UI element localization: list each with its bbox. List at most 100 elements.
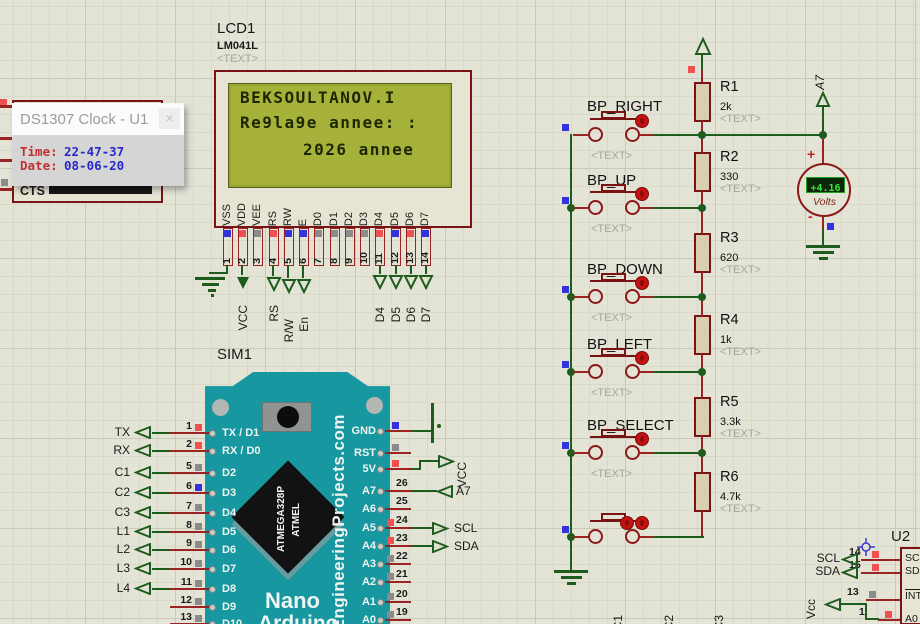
- resistor-r3[interactable]: [694, 233, 711, 273]
- junction-dot: [698, 293, 706, 301]
- button-actuator[interactable]: [635, 187, 649, 201]
- button-contact: [625, 289, 640, 304]
- wire: [272, 265, 274, 276]
- resistor-r1[interactable]: [694, 82, 711, 122]
- lcd-line-2: Re9la9e annee: :: [240, 113, 419, 132]
- button-actuator[interactable]: [635, 276, 649, 290]
- pin-state-square: [387, 519, 394, 526]
- pin-state-square: [869, 591, 876, 598]
- ground-symbol: [431, 403, 434, 443]
- resistor-ref: R5: [720, 394, 739, 410]
- u2-inner-label: A0: [905, 613, 918, 624]
- pin-label: GND: [351, 425, 376, 437]
- button-actuator[interactable]: [635, 114, 649, 128]
- pin-stub: [385, 468, 411, 470]
- wire: [152, 531, 170, 533]
- pin-number: 25: [396, 495, 408, 507]
- pin-stub: [385, 490, 411, 492]
- resistor-r4[interactable]: [694, 315, 711, 355]
- button-actuator[interactable]: [635, 516, 649, 530]
- resistor-ref: R4: [720, 312, 739, 328]
- pin-stub: [385, 581, 411, 583]
- pin-stub: [0, 105, 12, 108]
- resistor-value: 620: [720, 252, 739, 264]
- popup-title-bar[interactable]: DS1307 Clock - U1 ×: [12, 103, 184, 135]
- button-actuator[interactable]: [635, 351, 649, 365]
- button-actuator[interactable]: [620, 516, 634, 530]
- pin-stub: [170, 492, 210, 494]
- pin-state-square: [239, 230, 246, 237]
- lcd-pin-number: 4: [267, 258, 279, 264]
- pin-stub: [385, 527, 411, 529]
- clock-popup-window[interactable]: DS1307 Clock - U1 × Time: 22-47-37 Date:…: [12, 103, 184, 186]
- u2-ref: U2: [891, 528, 911, 545]
- net-label-vcc: VCC: [236, 304, 250, 330]
- button-bp-left[interactable]: [588, 348, 640, 380]
- pin-label: A6: [361, 503, 376, 515]
- pin-label: A2: [361, 576, 376, 588]
- pin-state-square: [562, 526, 569, 533]
- pin-label: D5: [222, 526, 237, 538]
- u2-inner-label: SDA: [905, 565, 920, 577]
- pin-stub: [0, 137, 12, 140]
- wire: [840, 603, 867, 605]
- button-bp-up[interactable]: [588, 184, 640, 216]
- pin-pad: [377, 561, 384, 568]
- button-contact: [625, 445, 640, 460]
- pin-number: 23: [396, 532, 408, 544]
- pin-state-square: [392, 422, 399, 429]
- net-label: TX: [114, 425, 130, 439]
- pin-state-square: [346, 230, 353, 237]
- pin-state-square: [387, 611, 394, 618]
- popup-title: DS1307 Clock - U1: [20, 111, 149, 128]
- pin-state-square: [872, 564, 879, 571]
- pin-stub: [385, 563, 411, 565]
- pin-pad: [209, 470, 216, 477]
- resistor-ref: R2: [720, 149, 739, 165]
- terminal-arrow-icon: [841, 566, 858, 579]
- pin-stub: [0, 188, 12, 191]
- pin-label: TX / D1: [222, 427, 260, 439]
- pin-number: 1: [859, 606, 865, 618]
- lcd-screen: BEKSOULTANOV.I Re9la9e annee: : 2026 ann…: [228, 83, 452, 188]
- ground-symbol: [208, 289, 216, 292]
- pin-pad: [209, 566, 216, 573]
- pin-state-square: [407, 230, 414, 237]
- button-plunger: [601, 348, 626, 356]
- pin-pad: [209, 430, 216, 437]
- terminal-arrow-icon: [438, 455, 455, 468]
- button-plunger: [601, 429, 626, 437]
- pin-state-square: [254, 230, 261, 237]
- meter-lead: [822, 139, 824, 165]
- terminal-arrow-icon: [134, 582, 151, 595]
- net-label: L3: [116, 561, 130, 575]
- close-button[interactable]: ×: [159, 108, 180, 129]
- pin-stub: [878, 619, 900, 621]
- button-actuator[interactable]: [635, 432, 649, 446]
- resistor-ref: R1: [720, 79, 739, 95]
- mounting-hole: [212, 399, 229, 416]
- lcd-pin-number: 1: [221, 258, 233, 264]
- pin-number: 13: [180, 611, 192, 623]
- button-bp-right[interactable]: [588, 111, 640, 143]
- lcd-pin-number: 2: [236, 258, 248, 264]
- net-label-d5: D5: [389, 306, 403, 322]
- proteus-schematic-canvas: CTS DS1307 Clock - U1 × Time: 22-47-37 D…: [0, 0, 920, 624]
- pin-stub: [170, 472, 210, 474]
- button-bp-down[interactable]: [588, 273, 640, 305]
- pin-state-square: [376, 230, 383, 237]
- ground-symbol: [195, 277, 225, 280]
- pin-pad: [377, 579, 384, 586]
- pin-pad: [209, 547, 216, 554]
- ground-symbol: [813, 251, 834, 254]
- button-bp-select[interactable]: [588, 429, 640, 461]
- net-label: L1: [116, 524, 130, 538]
- resistor-r6[interactable]: [694, 472, 711, 512]
- resistor-r5[interactable]: [694, 397, 711, 437]
- pin-stub: [385, 430, 411, 432]
- resistor-r2[interactable]: [694, 152, 711, 192]
- power-arrow: [815, 91, 831, 107]
- wire: [411, 545, 433, 547]
- terminal-arrow-icon: [134, 466, 151, 479]
- resistor-placeholder: <TEXT>: [720, 183, 761, 195]
